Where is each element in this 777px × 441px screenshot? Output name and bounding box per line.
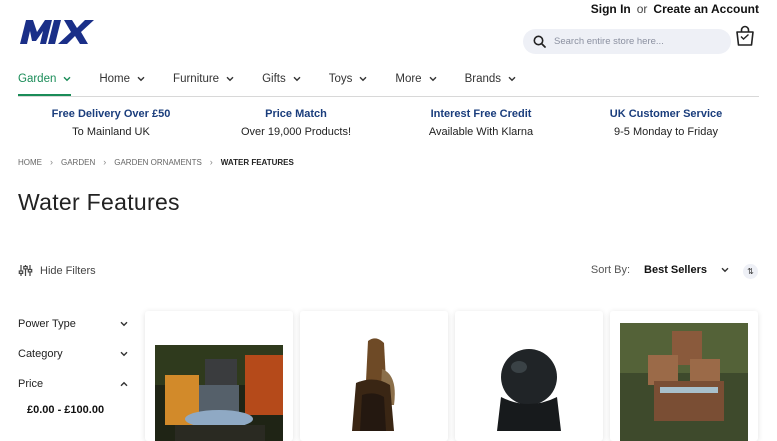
usp-customer-service[interactable]: UK Customer Service 9-5 Monday to Friday xyxy=(576,108,756,138)
sign-in-link[interactable]: Sign In xyxy=(591,2,631,16)
nav-item-brands[interactable]: Brands xyxy=(465,64,516,94)
chevron-down-icon xyxy=(137,76,145,82)
filter-category[interactable]: Category xyxy=(18,348,128,360)
nav-label: Brands xyxy=(464,73,502,85)
nav-label: Home xyxy=(99,73,131,85)
price-option[interactable]: £0.00 - £100.00 xyxy=(27,404,104,416)
or-text: or xyxy=(636,2,648,16)
chevron-down-icon xyxy=(429,76,437,82)
search-input[interactable] xyxy=(552,35,716,48)
page-title: Water Features xyxy=(18,189,180,215)
usp-subtitle: Over 19,000 Products! xyxy=(240,126,352,138)
hide-filters-button[interactable]: Hide Filters xyxy=(18,264,96,277)
usp-title: Price Match xyxy=(265,108,327,120)
nav-item-furniture[interactable]: Furniture xyxy=(173,64,234,94)
nav-item-toys[interactable]: Toys xyxy=(329,64,368,94)
search-icon[interactable] xyxy=(533,35,546,48)
nav-label: Furniture xyxy=(173,73,220,85)
chevron-down-icon xyxy=(120,321,128,327)
breadcrumb-garden-ornaments[interactable]: GARDEN ORNAMENTS xyxy=(114,158,202,167)
chevron-down-icon xyxy=(508,76,516,82)
hide-filters-label: Hide Filters xyxy=(40,264,96,277)
nav-item-gifts[interactable]: Gifts xyxy=(262,64,301,94)
chevron-down-icon xyxy=(63,76,71,82)
usp-title: Free Delivery Over £50 xyxy=(51,108,171,120)
product-image[interactable] xyxy=(620,323,748,441)
nav-label: Gifts xyxy=(262,73,286,85)
filter-sliders-icon xyxy=(18,265,33,276)
facet-label: Power Type xyxy=(18,318,76,330)
chevron-down-icon xyxy=(293,76,301,82)
facet-label: Category xyxy=(18,348,63,360)
usp-subtitle: 9-5 Monday to Friday xyxy=(614,126,718,138)
search-bar xyxy=(523,29,731,54)
usp-interest-free-credit[interactable]: Interest Free Credit Available With Klar… xyxy=(391,108,571,138)
sort-select[interactable]: Best Sellers xyxy=(644,264,707,276)
usp-subtitle: Available With Klarna xyxy=(428,126,534,138)
breadcrumb-garden[interactable]: GARDEN xyxy=(61,158,95,167)
create-account-link[interactable]: Create an Account xyxy=(653,2,759,16)
main-nav: Garden Home Furniture Gifts Toys More Br… xyxy=(18,64,759,97)
breadcrumb-water-features: WATER FEATURES xyxy=(220,157,294,167)
nav-item-more[interactable]: More xyxy=(395,64,437,94)
product-card[interactable] xyxy=(455,311,603,441)
sort-control: Sort By: Best Sellers xyxy=(591,264,729,276)
chevron-down-icon xyxy=(120,351,128,357)
account-links: Sign In or Create an Account xyxy=(591,2,759,16)
product-card[interactable] xyxy=(145,311,293,441)
usp-subtitle: To Mainland UK xyxy=(72,126,150,138)
product-image[interactable] xyxy=(465,335,593,441)
chevron-right-icon: › xyxy=(50,157,53,167)
chevron-down-icon[interactable] xyxy=(721,267,729,273)
usp-title: Interest Free Credit xyxy=(430,108,532,120)
nav-label: Garden xyxy=(18,73,57,85)
usp-title: UK Customer Service xyxy=(609,108,723,120)
chevron-right-icon: › xyxy=(103,157,107,167)
usp-price-match[interactable]: Price Match Over 19,000 Products! xyxy=(206,108,386,138)
nav-label: Toys xyxy=(328,73,353,85)
product-image[interactable] xyxy=(155,345,283,441)
chevron-up-icon xyxy=(120,381,128,387)
chevron-right-icon: › xyxy=(209,157,213,167)
product-card[interactable] xyxy=(300,311,448,441)
sort-label: Sort By: xyxy=(590,264,631,276)
mix-logo[interactable] xyxy=(20,20,112,50)
breadcrumb: HOME › GARDEN › GARDEN ORNAMENTS › WATER… xyxy=(18,157,294,167)
product-image[interactable] xyxy=(310,335,438,441)
nav-label: More xyxy=(395,73,422,85)
cart-icon[interactable] xyxy=(735,25,755,47)
chevron-down-icon xyxy=(226,76,234,82)
filter-power-type[interactable]: Power Type xyxy=(18,318,128,330)
product-card[interactable] xyxy=(610,311,758,441)
breadcrumb-home[interactable]: HOME xyxy=(18,158,42,167)
usp-free-delivery[interactable]: Free Delivery Over £50 To Mainland UK xyxy=(21,108,201,138)
chevron-down-icon xyxy=(359,76,367,82)
sort-direction-icon[interactable]: ⇅ xyxy=(743,264,758,279)
filter-price[interactable]: Price xyxy=(18,378,128,390)
facet-label: Price xyxy=(18,378,44,390)
nav-item-garden[interactable]: Garden xyxy=(18,64,72,96)
nav-item-home[interactable]: Home xyxy=(99,64,145,94)
